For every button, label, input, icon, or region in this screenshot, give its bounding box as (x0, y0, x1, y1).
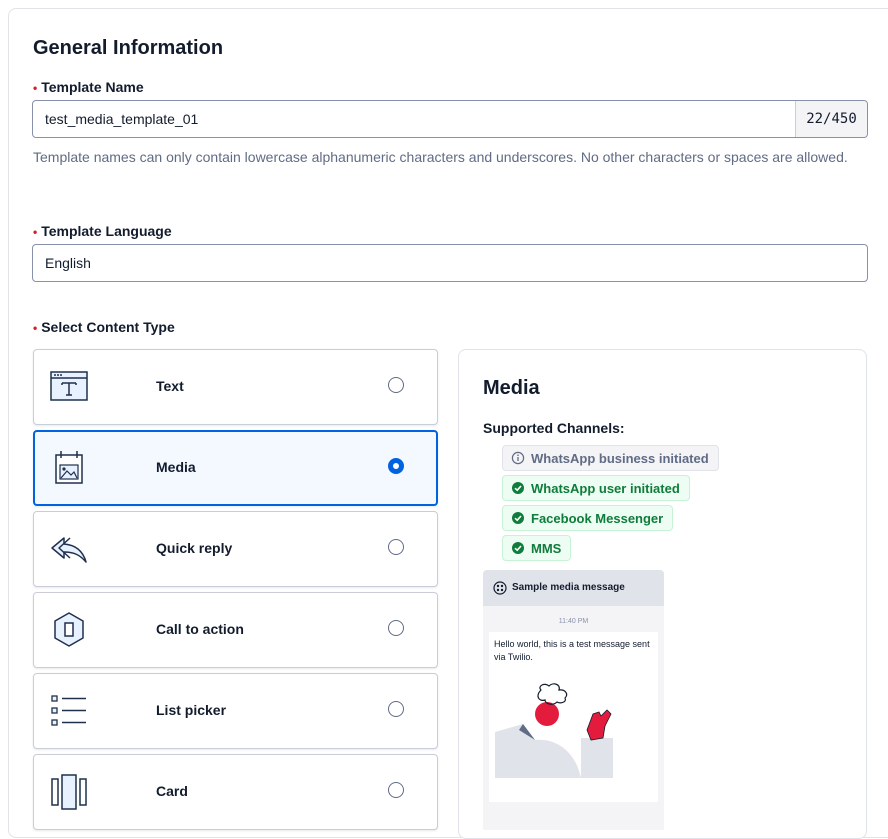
sample-message-header: Sample media message (483, 570, 664, 606)
check-circle-icon (512, 512, 524, 524)
message-timestamp: 11:40 PM (558, 618, 589, 625)
content-type-label-list-picker: List picker (156, 702, 227, 718)
section-title: General Information (33, 37, 224, 59)
message-bubble: Hello world, this is a test message sent… (489, 632, 658, 802)
sample-message-preview: Sample media message 11:40 PM Hello worl… (483, 570, 664, 830)
general-information-panel: General Information • Template Name test_… (8, 8, 888, 839)
media-template-icon (50, 449, 88, 487)
card-icon (50, 773, 88, 811)
required-marker: • (33, 321, 38, 335)
radio-list-picker[interactable] (388, 701, 404, 717)
content-type-label-media: Media (156, 459, 196, 475)
content-type-quick-reply[interactable]: Quick reply (33, 511, 438, 587)
call-to-action-icon (50, 611, 88, 649)
quick-reply-icon (50, 530, 88, 568)
content-type-label: • Select Content Type (33, 319, 175, 335)
radio-media[interactable] (388, 458, 404, 474)
content-type-call-to-action[interactable]: Call to action (33, 592, 438, 668)
character-counter: 22/450 (795, 101, 867, 137)
content-type-media[interactable]: Media (33, 430, 438, 506)
content-type-label-call-to-action: Call to action (156, 621, 244, 637)
channel-badge-mms: MMS (502, 535, 572, 561)
required-marker: • (33, 81, 38, 95)
check-circle-icon (512, 482, 524, 494)
media-preview-panel: Media Supported Channels: WhatsApp busin… (458, 349, 867, 839)
template-language-input[interactable]: English (32, 244, 868, 282)
channel-badge-whatsapp-user: WhatsApp user initiated (502, 475, 690, 501)
list-picker-icon (50, 692, 88, 730)
channel-badge-whatsapp-business: WhatsApp business initiated (502, 445, 719, 471)
text-template-icon (50, 368, 88, 406)
radio-card[interactable] (388, 782, 404, 798)
content-type-label-text: Text (156, 378, 184, 394)
template-language-value[interactable]: English (45, 255, 91, 271)
required-marker: • (33, 225, 38, 239)
content-type-list-picker[interactable]: List picker (33, 673, 438, 749)
template-name-label: • Template Name (33, 79, 144, 95)
info-icon (511, 451, 525, 465)
supported-channels-label: Supported Channels: (483, 420, 625, 436)
twilio-logo-icon (493, 581, 507, 595)
template-name-input[interactable]: test_media_template_01 22/450 (32, 100, 868, 138)
content-type-label-quick-reply: Quick reply (156, 540, 233, 556)
content-type-label-card: Card (156, 783, 188, 799)
radio-quick-reply[interactable] (388, 539, 404, 555)
content-type-text[interactable]: Text (33, 349, 438, 425)
radio-call-to-action[interactable] (388, 620, 404, 636)
content-type-card[interactable]: Card (33, 754, 438, 830)
template-name-help-text: Template names can only contain lowercas… (33, 149, 848, 165)
radio-text[interactable] (388, 377, 404, 393)
channel-badge-facebook-messenger: Facebook Messenger (502, 505, 674, 531)
check-circle-icon (512, 542, 524, 554)
preview-title: Media (483, 377, 540, 399)
template-language-label: • Template Language (33, 223, 172, 239)
template-name-value[interactable]: test_media_template_01 (45, 111, 198, 127)
message-text: Hello world, this is a test message sent… (494, 639, 650, 662)
media-illustration-icon (495, 683, 613, 778)
